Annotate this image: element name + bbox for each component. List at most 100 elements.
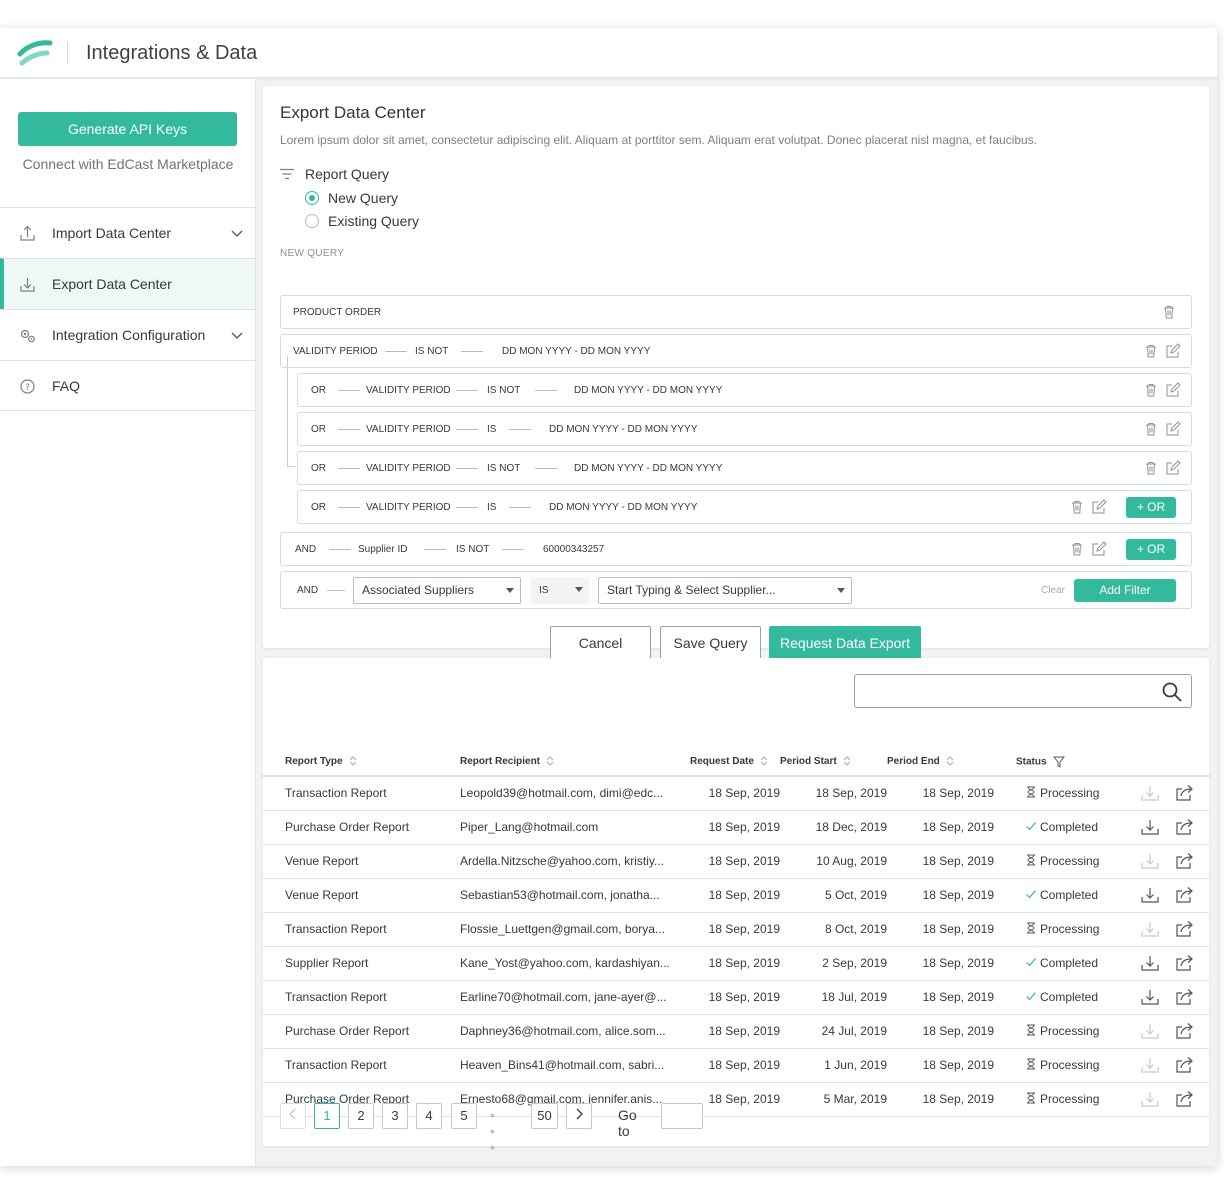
edit-icon[interactable] — [1165, 460, 1181, 476]
trash-icon[interactable] — [1143, 343, 1159, 359]
share-icon[interactable] — [1175, 1090, 1195, 1108]
trash-icon[interactable] — [1161, 304, 1177, 320]
check-icon — [1026, 822, 1036, 831]
trash-icon[interactable] — [1069, 541, 1085, 557]
check-icon — [1026, 958, 1036, 967]
sort-icon — [760, 756, 768, 767]
page-5-button[interactable]: 5 — [451, 1103, 477, 1129]
next-page-button[interactable] — [566, 1103, 592, 1129]
sidebar-item-integration-config[interactable]: Integration Configuration — [0, 309, 255, 360]
download-icon[interactable] — [1140, 954, 1160, 972]
connector-line — [456, 468, 478, 469]
download-icon[interactable] — [1140, 784, 1160, 802]
page-3-button[interactable]: 3 — [382, 1103, 408, 1129]
cell-period-end: 18 Sep, 2019 — [887, 1014, 994, 1049]
share-icon[interactable] — [1175, 920, 1195, 938]
supplier-select[interactable]: Start Typing & Select Supplier... — [598, 577, 852, 604]
connector-line — [456, 507, 478, 508]
column-header-request-date[interactable]: Request Date — [690, 748, 780, 777]
radio-unselected-icon — [305, 214, 319, 228]
new-query-section-label: NEW QUERY — [280, 248, 345, 259]
search-input[interactable] — [854, 674, 1192, 708]
save-query-button[interactable]: Save Query — [660, 626, 761, 660]
table-row: Purchase Order Report Piper_Lang@hotmail.… — [263, 810, 1209, 845]
query-field: VALIDITY PERIOD — [366, 385, 451, 396]
query-value: DD MON YYYY - DD MON YYYY — [574, 385, 723, 396]
trash-icon[interactable] — [1069, 499, 1085, 515]
cell-status: Processing — [994, 1014, 1120, 1049]
query-conjunction: AND — [295, 544, 317, 555]
column-header-report-type[interactable]: Report Type — [285, 748, 460, 777]
edit-icon[interactable] — [1165, 382, 1181, 398]
cell-status: Completed — [994, 878, 1120, 913]
prev-page-button[interactable] — [280, 1103, 306, 1129]
download-icon[interactable] — [1140, 852, 1160, 870]
download-icon[interactable] — [1140, 1022, 1160, 1040]
sidebar-item-import[interactable]: Import Data Center — [0, 207, 255, 258]
page-4-button[interactable]: 4 — [416, 1103, 442, 1129]
cell-period-end: 18 Sep, 2019 — [887, 1082, 994, 1117]
share-icon[interactable] — [1175, 852, 1195, 870]
cell-report-type: Venue Report — [285, 878, 460, 913]
table-row: Venue Report Ardella.Nitzsche@yahoo.com, … — [263, 844, 1209, 879]
share-icon[interactable] — [1175, 1022, 1195, 1040]
generate-api-keys-button[interactable]: Generate API Keys — [18, 112, 237, 146]
radio-existing-query[interactable]: Existing Query — [305, 213, 419, 229]
cell-share — [1160, 946, 1209, 981]
cell-period-end: 18 Sep, 2019 — [887, 980, 994, 1015]
download-icon[interactable] — [1140, 1090, 1160, 1108]
status-text: Completed — [1040, 956, 1099, 970]
sidebar-item-faq[interactable]: ? FAQ — [0, 360, 255, 411]
edit-icon[interactable] — [1091, 541, 1107, 557]
share-icon[interactable] — [1175, 1056, 1195, 1074]
filter-operator-select[interactable]: IS — [531, 577, 589, 604]
sidebar-item-export[interactable]: Export Data Center — [0, 258, 255, 309]
column-header-period-start[interactable]: Period Start — [780, 748, 887, 777]
hourglass-icon — [1027, 786, 1035, 798]
cell-period-end: 18 Sep, 2019 — [887, 912, 994, 947]
request-data-export-button[interactable]: Request Data Export — [769, 626, 921, 660]
share-icon[interactable] — [1175, 954, 1195, 972]
connect-marketplace-link[interactable]: Connect with EdCast Marketplace — [0, 156, 256, 172]
page-2-button[interactable]: 2 — [348, 1103, 374, 1129]
search-icon[interactable] — [1161, 681, 1183, 703]
share-icon[interactable] — [1175, 886, 1195, 904]
filter-field-select[interactable]: Associated Suppliers — [353, 577, 521, 604]
reports-table-body: Transaction Report Leopold39@hotmail.com,… — [263, 776, 1209, 1117]
check-icon — [1026, 992, 1036, 1001]
connector-line — [424, 549, 446, 550]
edit-icon[interactable] — [1165, 421, 1181, 437]
goto-page-input[interactable] — [661, 1103, 703, 1129]
column-header-period-end[interactable]: Period End — [887, 748, 994, 777]
edit-icon[interactable] — [1165, 343, 1181, 359]
column-header-report-recipient[interactable]: Report Recipient — [460, 748, 690, 777]
trash-icon[interactable] — [1143, 382, 1159, 398]
cell-status: Processing — [994, 1048, 1120, 1083]
filter-lines-icon — [280, 168, 294, 180]
column-header-status[interactable]: Status — [994, 748, 1120, 777]
trash-icon[interactable] — [1143, 421, 1159, 437]
page-1-button[interactable]: 1 — [314, 1103, 340, 1129]
status-text: Processing — [1040, 1024, 1100, 1038]
download-icon[interactable] — [1140, 1056, 1160, 1074]
query-value: DD MON YYYY - DD MON YYYY — [549, 424, 698, 435]
share-icon[interactable] — [1175, 818, 1195, 836]
download-icon[interactable] — [1140, 920, 1160, 938]
trash-icon[interactable] — [1143, 460, 1159, 476]
clear-link[interactable]: Clear — [1041, 585, 1065, 596]
radio-new-query[interactable]: New Query — [305, 190, 398, 206]
page-last-button[interactable]: 50 — [531, 1103, 558, 1129]
add-or-button[interactable]: + OR — [1126, 497, 1176, 518]
cancel-button[interactable]: Cancel — [550, 626, 651, 660]
query-conjunction: OR — [311, 424, 326, 435]
download-icon[interactable] — [1140, 818, 1160, 836]
add-filter-button[interactable]: Add Filter — [1074, 579, 1176, 602]
table-row: Transaction Report Leopold39@hotmail.com,… — [263, 776, 1209, 811]
download-icon[interactable] — [1140, 886, 1160, 904]
chevron-left-icon — [289, 1108, 296, 1120]
download-icon[interactable] — [1140, 988, 1160, 1006]
add-or-button[interactable]: + OR — [1126, 539, 1176, 560]
share-icon[interactable] — [1175, 784, 1195, 802]
share-icon[interactable] — [1175, 988, 1195, 1006]
edit-icon[interactable] — [1091, 499, 1107, 515]
